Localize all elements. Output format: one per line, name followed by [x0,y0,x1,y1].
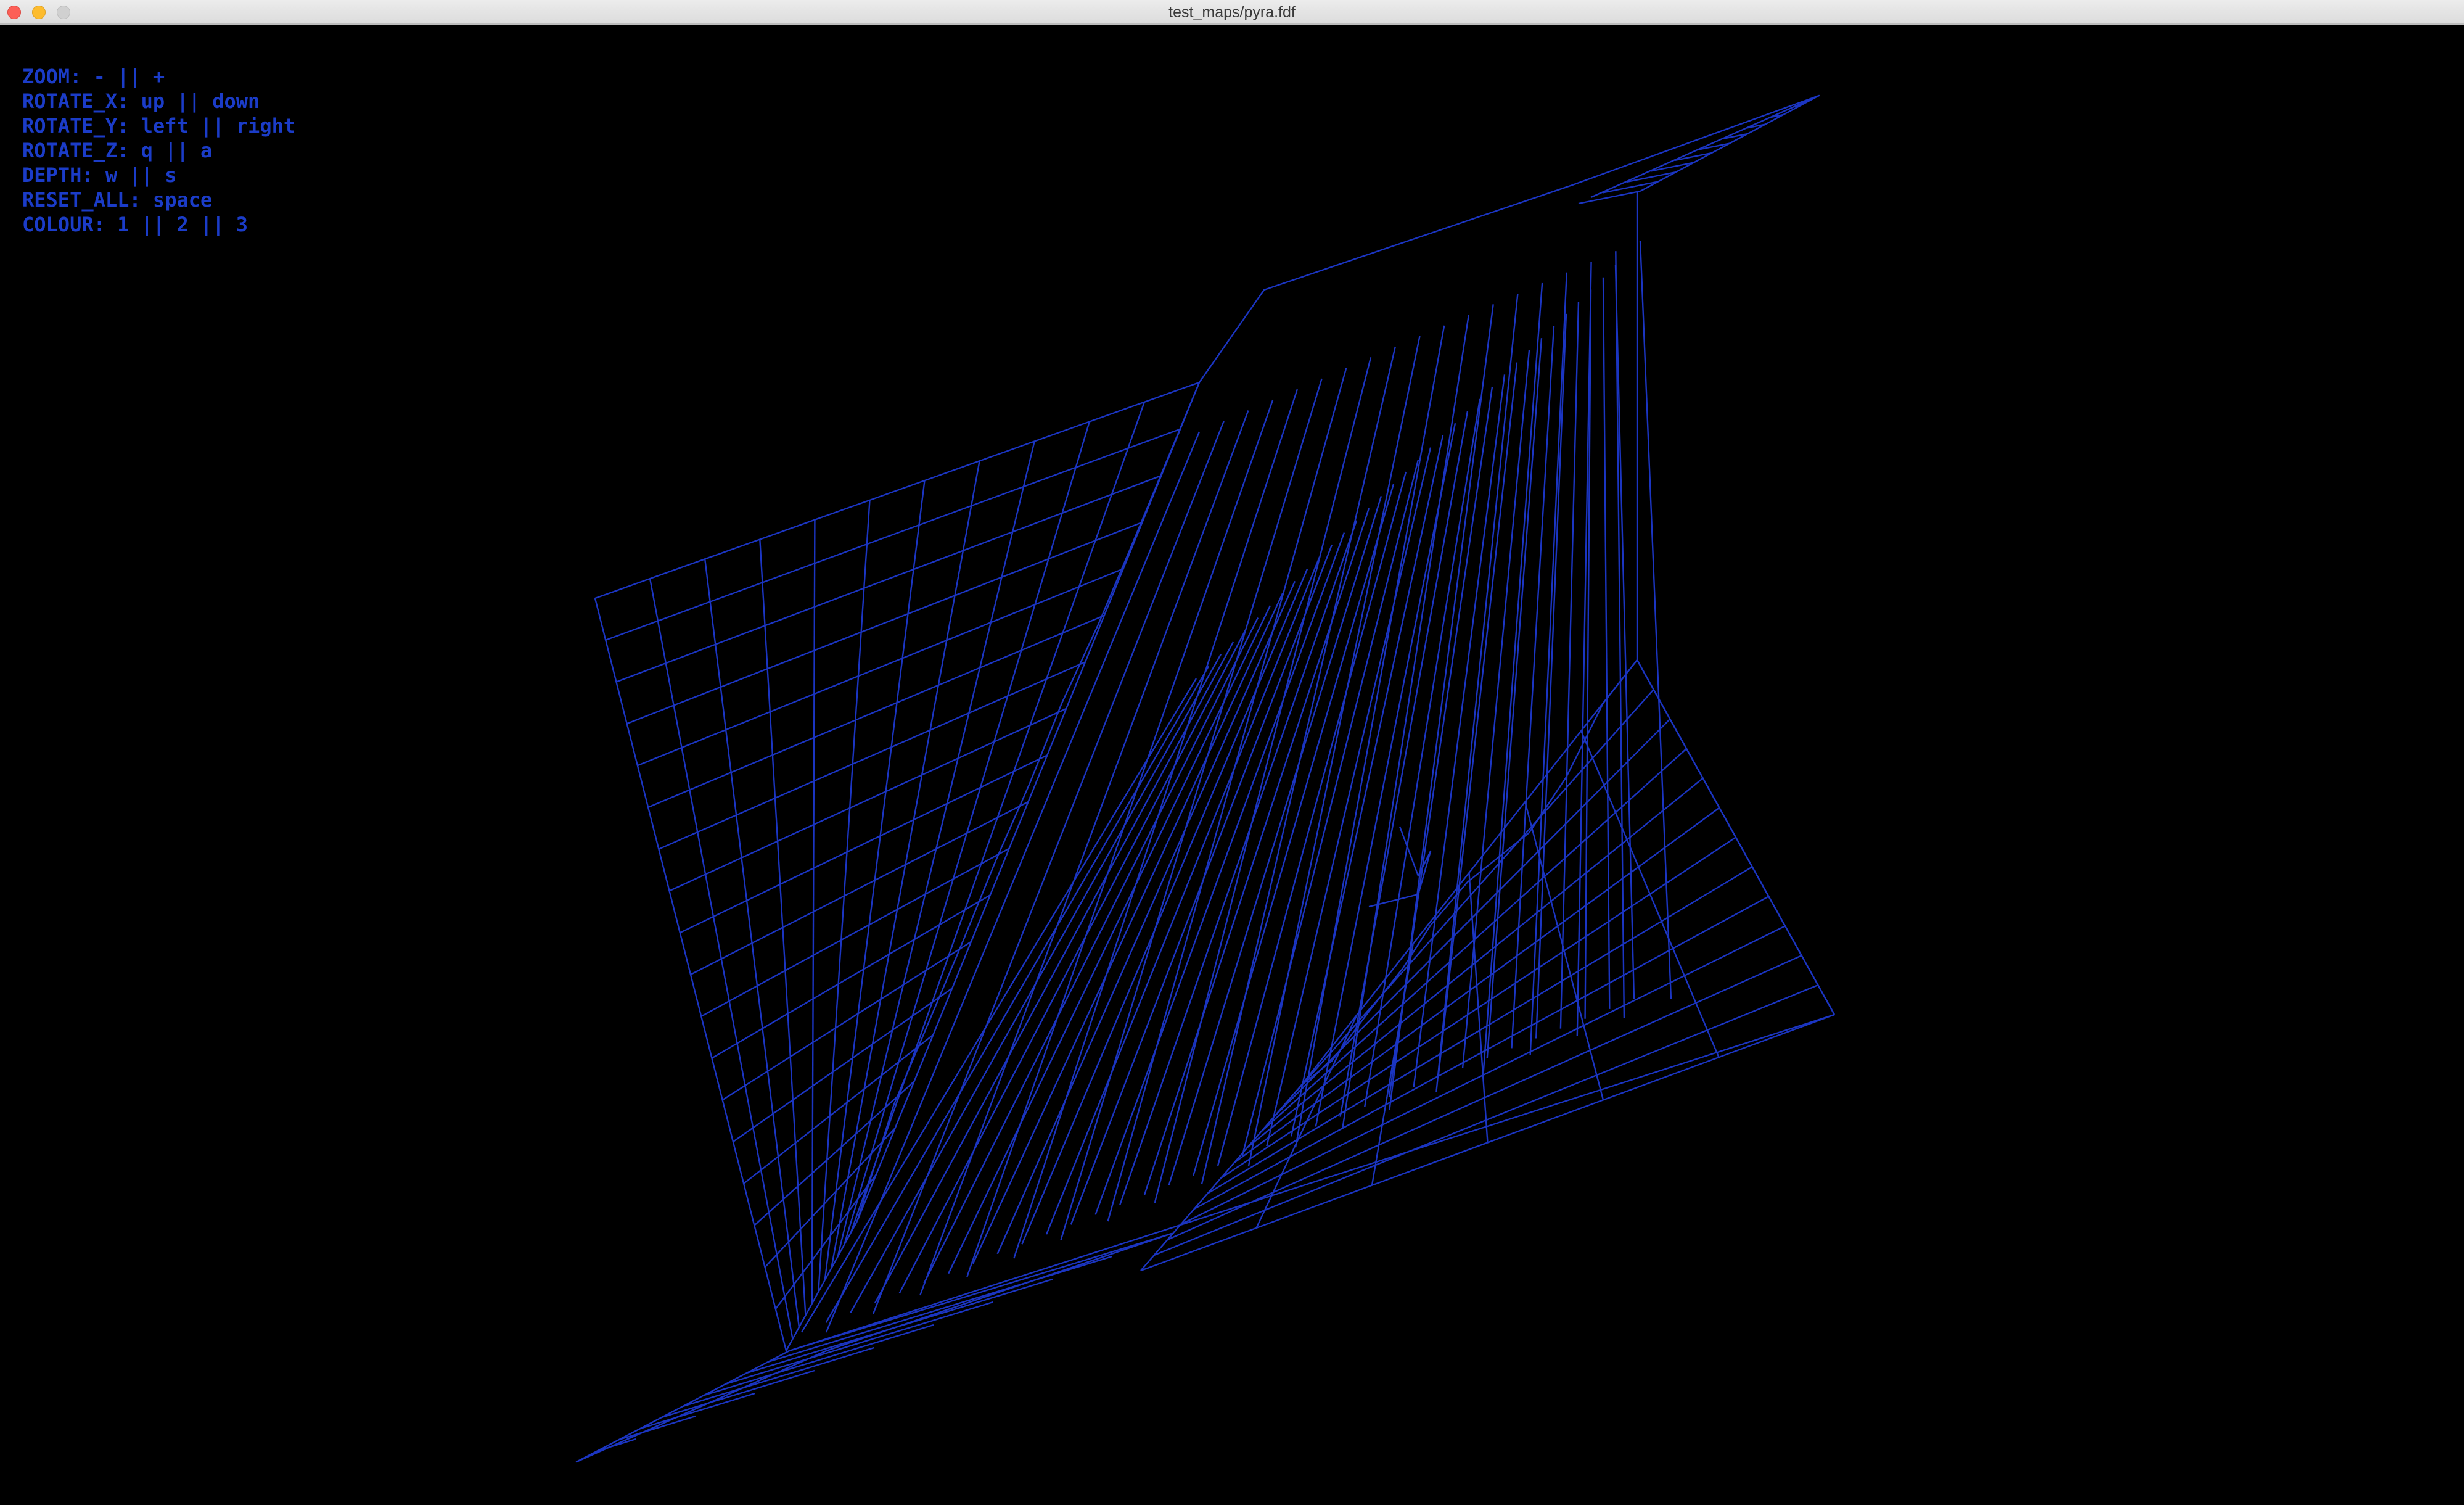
control-depth: DEPTH: w || s [22,163,295,188]
controls-legend: ZOOM: - || + ROTATE_X: up || down ROTATE… [22,64,295,237]
render-canvas[interactable]: ZOOM: - || + ROTATE_X: up || down ROTATE… [0,25,2464,1505]
control-label: ROTATE_X: [22,89,129,113]
control-rotate-y: ROTATE_Y: left || right [22,113,295,138]
mesh-line [700,847,1010,1017]
mesh-line [1584,289,1592,1019]
mesh-line [733,988,953,1143]
mesh-line [1614,265,1635,1000]
mesh-line [1615,251,1625,1018]
mesh-line [789,1232,1172,1352]
fdf-window: test_maps/pyra.fdf ZOOM: - || + ROTATE_X… [0,0,2464,1505]
mesh-line [1140,1085,1302,1271]
control-keys: q || a [141,139,213,162]
mesh-line [825,431,1201,1333]
mesh-line [1639,240,1672,1000]
control-label: ROTATE_Z: [22,139,129,162]
control-label: RESET_ALL: [22,188,141,212]
mesh-line [1300,191,1638,1086]
mesh-line [1107,368,1347,1222]
mesh-line [615,474,1162,683]
mesh-line [1461,350,1530,1068]
mesh-line [825,666,1210,1323]
mesh-line [669,707,1067,892]
control-label: ROTATE_Y: [22,114,129,138]
mesh-line [972,593,1284,1264]
mesh-line [1364,398,1481,1107]
control-label: ZOOM: [22,65,82,88]
mesh-line [1371,943,1414,1185]
mesh-line [725,1301,993,1385]
mesh-line [898,629,1247,1294]
control-keys: - || + [93,65,165,88]
mesh-line [1437,362,1518,1078]
mesh-line [1636,659,1836,1015]
mesh-line [1578,190,1641,205]
control-keys: w || s [105,163,177,187]
mesh-line [1468,872,1489,1143]
control-keys: 1 || 2 || 3 [117,213,248,236]
mesh-line [1626,171,1677,183]
mesh-line [1602,181,1659,194]
mesh-line [658,661,1086,850]
mesh-line [605,428,1181,641]
mesh-line [746,1278,1053,1374]
mesh-line [1315,423,1456,1127]
control-label: DEPTH: [22,163,94,187]
control-keys: space [152,188,213,212]
control-rotate-z: ROTATE_Z: q || a [22,138,295,163]
mesh-line [1013,389,1299,1259]
control-keys: left || right [141,114,296,138]
wireframe-mesh [575,94,1836,1463]
mesh-line [1094,532,1345,1215]
mesh-line [704,1324,934,1396]
mesh-line [1559,302,1580,1029]
mesh-line [1524,801,1604,1100]
mesh-line [800,678,1197,1333]
mesh-lines [575,94,1836,1463]
mesh-line [1193,484,1395,1176]
mesh-line [996,580,1296,1255]
mesh-line [774,1174,877,1309]
mesh-line [722,941,972,1101]
control-colour: COLOUR: 1 || 2 || 3 [22,212,295,237]
mesh-line [1602,277,1611,1009]
mesh-line [690,801,1029,976]
mesh-line [1535,313,1567,1039]
control-reset-all: RESET_ALL: space [22,188,295,212]
mesh-line [626,521,1143,725]
mesh-line [1342,315,1470,1129]
window-title: test_maps/pyra.fdf [1168,4,1296,21]
mesh-line [594,381,1200,600]
mesh-line [789,1013,1835,1352]
mesh-line [680,754,1048,934]
control-label: COLOUR: [22,213,105,236]
control-keys: up || down [141,89,260,113]
title-bar[interactable]: test_maps/pyra.fdf [0,0,2464,25]
mesh-line [1590,94,1820,199]
mesh-line [1576,262,1592,1037]
mesh-line [1650,162,1694,172]
control-rotate-x: ROTATE_X: up || down [22,89,295,113]
control-zoom: ZOOM: - || + [22,64,295,89]
